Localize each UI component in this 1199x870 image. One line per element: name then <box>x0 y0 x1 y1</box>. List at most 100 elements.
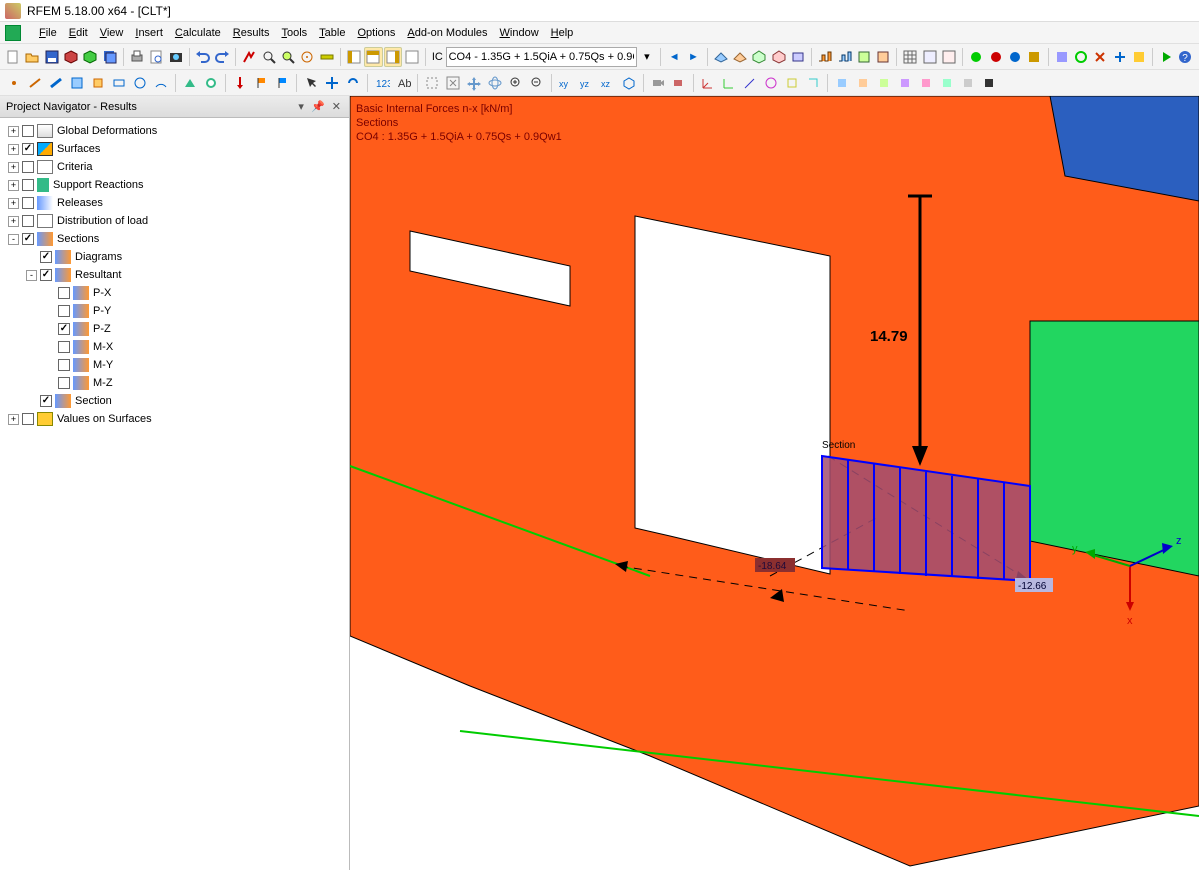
tb2-ucs-a-button[interactable] <box>698 73 718 93</box>
tb2-member-button[interactable] <box>46 73 66 93</box>
misc-e-button[interactable] <box>1130 47 1148 67</box>
tree-checkbox[interactable] <box>58 377 70 389</box>
cube-button[interactable] <box>62 47 80 67</box>
misc-c-button[interactable] <box>1091 47 1109 67</box>
results-b-button[interactable] <box>835 47 853 67</box>
iso-e-button[interactable] <box>789 47 807 67</box>
tb2-ucs-c-button[interactable] <box>740 73 760 93</box>
iso-b-button[interactable] <box>731 47 749 67</box>
find-button[interactable] <box>279 47 297 67</box>
anim-button[interactable] <box>1157 47 1175 67</box>
misc-a-button[interactable] <box>1052 47 1070 67</box>
tb2-solid-button[interactable] <box>88 73 108 93</box>
navigator-pin-icon[interactable]: 📌 <box>309 101 327 113</box>
tb2-ucs-d-button[interactable] <box>761 73 781 93</box>
tb2-support-button[interactable] <box>180 73 200 93</box>
tb2-rect-button[interactable] <box>109 73 129 93</box>
tree-checkbox[interactable] <box>22 197 34 209</box>
tree-item-resultant[interactable]: -Resultant <box>2 266 347 284</box>
tree-expander[interactable]: - <box>8 234 19 245</box>
measure-button[interactable] <box>318 47 336 67</box>
results-c-button[interactable] <box>855 47 873 67</box>
tb2-opt-a-button[interactable] <box>832 73 852 93</box>
tree-expander[interactable]: + <box>8 126 19 137</box>
tb2-cam1-button[interactable] <box>648 73 668 93</box>
tree-expander[interactable]: + <box>8 180 19 191</box>
menu-window[interactable]: Window <box>494 27 545 39</box>
combo-dropdown-button[interactable]: ▾ <box>638 47 656 67</box>
panel-d-button[interactable] <box>403 47 421 67</box>
tree-item-m-x[interactable]: M-X <box>2 338 347 356</box>
cube2-button[interactable] <box>81 47 99 67</box>
tree-checkbox[interactable] <box>22 161 34 173</box>
render-c-button[interactable] <box>1006 47 1024 67</box>
panel-a-button[interactable] <box>345 47 363 67</box>
tree-item-p-z[interactable]: P-Z <box>2 320 347 338</box>
tb2-orbit-button[interactable] <box>485 73 505 93</box>
tb2-arc-button[interactable] <box>151 73 171 93</box>
open-button[interactable] <box>23 47 41 67</box>
tree-checkbox[interactable] <box>58 323 70 335</box>
navigator-dropdown-icon[interactable]: ▾ <box>296 101 306 113</box>
tree-expander[interactable]: - <box>26 270 37 281</box>
tree-item-m-z[interactable]: M-Z <box>2 374 347 392</box>
menu-insert[interactable]: Insert <box>129 27 169 39</box>
tb2-cam2-button[interactable] <box>669 73 689 93</box>
next-button[interactable]: ► <box>684 47 702 67</box>
tb2-opt-b-button[interactable] <box>853 73 873 93</box>
results-a-button[interactable] <box>816 47 834 67</box>
print-preview-button[interactable] <box>147 47 165 67</box>
tb2-pan-button[interactable] <box>464 73 484 93</box>
tb2-zoomwin-button[interactable] <box>422 73 442 93</box>
tb2-move-button[interactable] <box>322 73 342 93</box>
prev-button[interactable]: ◄ <box>665 47 683 67</box>
panel-b-button[interactable] <box>364 47 382 67</box>
tb2-flag-button[interactable] <box>251 73 271 93</box>
load-case-combo[interactable] <box>446 47 637 67</box>
tb2-flag2-button[interactable] <box>272 73 292 93</box>
tree-checkbox[interactable] <box>22 413 34 425</box>
misc-d-button[interactable] <box>1110 47 1128 67</box>
menu-calculate[interactable]: Calculate <box>169 27 227 39</box>
help-button[interactable]: ? <box>1176 47 1194 67</box>
print-button[interactable] <box>128 47 146 67</box>
results-d-button[interactable] <box>874 47 892 67</box>
tb2-opt-h-button[interactable] <box>979 73 999 93</box>
center-button[interactable] <box>298 47 316 67</box>
tb2-ucs-e-button[interactable] <box>782 73 802 93</box>
tb2-ucs-b-button[interactable] <box>719 73 739 93</box>
tree-checkbox[interactable] <box>58 305 70 317</box>
navigator-close-icon[interactable]: ✕ <box>330 101 343 113</box>
tree-checkbox[interactable] <box>58 359 70 371</box>
tree-checkbox[interactable] <box>58 287 70 299</box>
tb2-yz-button[interactable]: yz <box>577 73 597 93</box>
tb2-ucs-f-button[interactable] <box>803 73 823 93</box>
tree-item-p-y[interactable]: P-Y <box>2 302 347 320</box>
tree-expander[interactable]: + <box>8 162 19 173</box>
tree-expander[interactable]: + <box>8 198 19 209</box>
tb2-select-button[interactable] <box>301 73 321 93</box>
save-all-button[interactable] <box>101 47 119 67</box>
tb2-hinge-button[interactable] <box>201 73 221 93</box>
iso-d-button[interactable] <box>770 47 788 67</box>
tree-item-m-y[interactable]: M-Y <box>2 356 347 374</box>
menu-edit[interactable]: Edit <box>63 27 94 39</box>
tb2-load-button[interactable] <box>230 73 250 93</box>
tree-item-releases[interactable]: +Releases <box>2 194 347 212</box>
tb2-txt-button[interactable]: Ab <box>393 73 413 93</box>
tb2-surface-button[interactable] <box>67 73 87 93</box>
tree-checkbox[interactable] <box>22 143 34 155</box>
tree-checkbox[interactable] <box>40 395 52 407</box>
grid-a-button[interactable] <box>901 47 919 67</box>
redo-button[interactable] <box>213 47 231 67</box>
tree-checkbox[interactable] <box>40 251 52 263</box>
menu-view[interactable]: View <box>94 27 130 39</box>
tree-expander[interactable]: + <box>8 414 19 425</box>
tb2-rotate-button[interactable] <box>343 73 363 93</box>
tree-checkbox[interactable] <box>22 125 34 137</box>
iso-c-button[interactable] <box>750 47 768 67</box>
render-a-button[interactable] <box>967 47 985 67</box>
menu-tools[interactable]: Tools <box>275 27 313 39</box>
tree-item-criteria[interactable]: +Criteria <box>2 158 347 176</box>
iso-a-button[interactable] <box>712 47 730 67</box>
